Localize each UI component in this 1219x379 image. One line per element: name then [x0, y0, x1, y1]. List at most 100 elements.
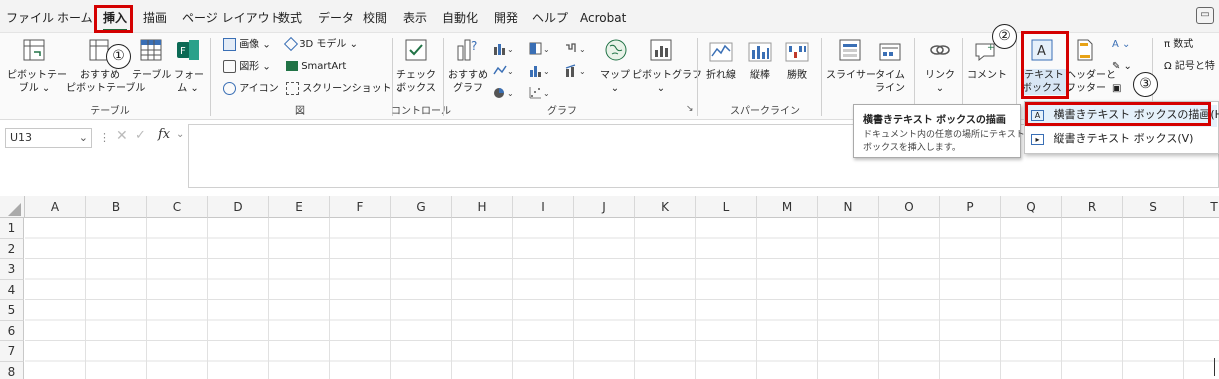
column-header[interactable]: K — [635, 196, 696, 218]
svg-text:⌄: ⌄ — [579, 67, 586, 76]
hierarchy-chart-icon[interactable]: ⌄ — [529, 38, 551, 57]
comments-icon[interactable]: ▭ — [1196, 7, 1214, 24]
name-box[interactable]: U13 ⌄ — [5, 128, 92, 148]
scatter-chart-icon[interactable]: ⌄ — [529, 82, 551, 101]
tab-page-layout[interactable]: ページ レイアウト — [182, 0, 282, 33]
comment-button[interactable]: コメント — [967, 69, 1007, 82]
tooltip-title: 横書きテキスト ボックスの描画 — [863, 115, 1006, 126]
more-icon: ⋮ — [99, 131, 110, 144]
scrollbar-handle[interactable] — [1214, 358, 1215, 376]
vertical-textbox-item[interactable]: ▸ 縦書きテキスト ボックス(V) — [1027, 129, 1217, 151]
column-header[interactable]: M — [757, 196, 818, 218]
forms-button[interactable]: フォーム ⌄ — [174, 69, 204, 95]
link-icon — [928, 38, 952, 66]
row-header[interactable]: 4 — [0, 279, 24, 300]
row-header[interactable]: 8 — [0, 361, 24, 379]
statistic-chart-icon[interactable]: ⌄ — [529, 60, 551, 79]
enter-icon[interactable]: ✓ — [135, 128, 146, 143]
equation-button[interactable]: π 数式 — [1164, 38, 1193, 51]
object-icon[interactable]: ▣ — [1112, 82, 1121, 95]
row-header[interactable]: 1 — [0, 218, 24, 239]
smartart-button[interactable]: SmartArt — [286, 60, 346, 73]
row-header[interactable]: 3 — [0, 259, 24, 280]
column-header[interactable]: H — [452, 196, 513, 218]
column-header[interactable]: P — [940, 196, 1001, 218]
row-header[interactable]: 7 — [0, 341, 24, 362]
map-button[interactable]: マップ ⌄ — [598, 69, 632, 95]
tab-help[interactable]: ヘルプ — [532, 0, 568, 33]
cell-grid[interactable] — [25, 218, 1219, 379]
column-header[interactable]: D — [208, 196, 269, 218]
line-chart-icon[interactable]: ⌄ — [493, 60, 515, 79]
link-button[interactable]: リンク ⌄ — [922, 69, 958, 95]
pie-chart-icon[interactable]: ⌄ — [493, 82, 515, 101]
sparkline-column-button[interactable]: 縦棒 — [743, 69, 777, 82]
column-header[interactable]: A — [25, 196, 86, 218]
vertical-textbox-icon: ▸ — [1031, 133, 1044, 145]
image-button[interactable]: 画像 ⌄ — [223, 38, 271, 52]
screenshot-button[interactable]: スクリーンショット ⌄ — [286, 82, 403, 96]
table-button[interactable]: テーブル — [132, 69, 171, 82]
row-header[interactable]: 2 — [0, 238, 24, 259]
column-chart-icon[interactable]: ⌄ — [493, 38, 515, 57]
tab-home[interactable]: ホーム — [57, 0, 93, 33]
recommended-charts-button[interactable]: おすすめ グラフ — [447, 69, 489, 95]
tab-view[interactable]: 表示 — [403, 0, 427, 33]
pivot-table-button[interactable]: ピボットテー ブル ⌄ — [7, 69, 67, 95]
combo-chart-icon[interactable]: ⌄ — [565, 60, 587, 79]
tab-file[interactable]: ファイル — [6, 0, 54, 33]
column-header[interactable]: N — [818, 196, 879, 218]
3d-model-button[interactable]: 3D モデル ⌄ — [283, 36, 358, 52]
tab-acrobat[interactable]: Acrobat — [580, 0, 626, 33]
tab-formulas[interactable]: 数式 — [278, 0, 302, 33]
sparkline-winloss-button[interactable]: 勝敗 — [780, 69, 814, 82]
column-header[interactable]: O — [879, 196, 940, 218]
column-header[interactable]: F — [330, 196, 391, 218]
recommended-pivot-button[interactable]: おすすめ ピボットテーブル — [66, 69, 145, 95]
column-header[interactable]: J — [574, 196, 635, 218]
checkbox-button[interactable]: チェック ボックス — [395, 69, 437, 95]
column-header[interactable]: R — [1062, 196, 1123, 218]
sparkline-winloss-icon — [785, 40, 809, 68]
header-footer-button[interactable]: ヘッダーと フッター — [1066, 69, 1116, 95]
icons-icon — [223, 82, 236, 95]
svg-text:⌄: ⌄ — [507, 89, 514, 98]
waterfall-chart-icon[interactable]: ⌄ — [565, 38, 587, 57]
tab-automate[interactable]: 自動化 — [442, 0, 478, 33]
highlight-horizontal-textbox — [1025, 102, 1211, 126]
column-header[interactable]: B — [86, 196, 147, 218]
symbol-button[interactable]: Ω 記号と特 — [1164, 60, 1215, 73]
signature-line-icon[interactable]: ✎ ⌄ — [1112, 60, 1132, 73]
select-all-corner[interactable] — [0, 196, 25, 218]
column-header[interactable]: G — [391, 196, 452, 218]
shapes-icon — [223, 60, 236, 73]
recommended-charts-icon: ? — [456, 38, 480, 66]
timeline-button[interactable]: タイム ライン — [872, 69, 908, 95]
tab-draw[interactable]: 描画 — [143, 0, 167, 33]
insert-function-button[interactable]: fx — [158, 127, 170, 142]
column-header[interactable]: T — [1184, 196, 1219, 218]
column-header[interactable]: S — [1123, 196, 1184, 218]
column-header[interactable]: L — [696, 196, 757, 218]
row-header[interactable]: 5 — [0, 300, 24, 321]
dialog-launcher-icon[interactable]: ↘ — [686, 104, 694, 114]
separator — [697, 38, 698, 116]
table-icon — [139, 38, 163, 66]
sparkline-line-button[interactable]: 折れ線 — [701, 69, 741, 82]
slicer-button[interactable]: スライサー — [826, 69, 876, 82]
column-header[interactable]: Q — [1001, 196, 1062, 218]
row-header[interactable]: 6 — [0, 320, 24, 341]
tab-developer[interactable]: 開発 — [494, 0, 518, 33]
group-label-table: テーブル — [90, 106, 130, 117]
shapes-button[interactable]: 図形 ⌄ — [223, 60, 271, 74]
tab-review[interactable]: 校閲 — [363, 0, 387, 33]
wordart-icon[interactable]: A ⌄ — [1112, 38, 1130, 51]
column-header[interactable]: E — [269, 196, 330, 218]
tab-data[interactable]: データ — [318, 0, 354, 33]
group-label-illustrations: 図 — [295, 106, 305, 117]
pivot-chart-button[interactable]: ピボットグラフ ⌄ — [632, 69, 702, 95]
icons-button[interactable]: アイコン — [223, 82, 279, 96]
column-header[interactable]: I — [513, 196, 574, 218]
column-header[interactable]: C — [147, 196, 208, 218]
cancel-icon[interactable]: ✕ — [116, 128, 128, 144]
